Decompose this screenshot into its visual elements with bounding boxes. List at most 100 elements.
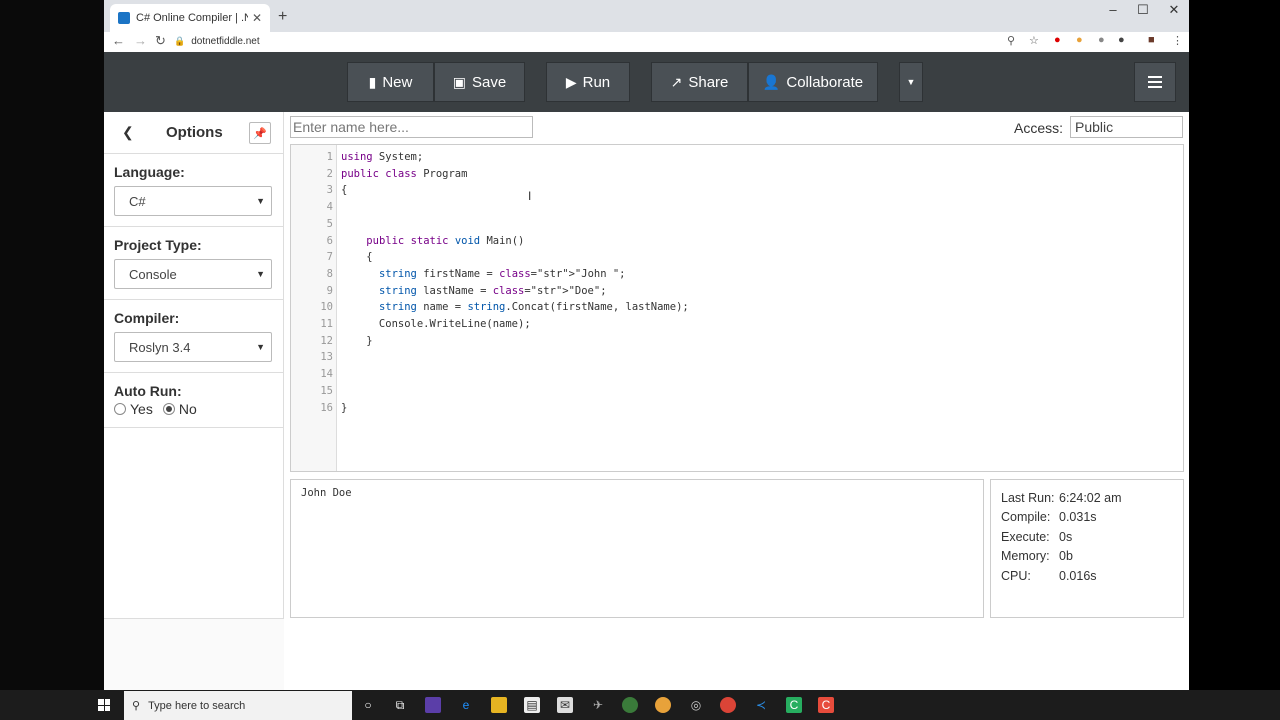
line-number: 5 (326, 217, 333, 230)
code-editor[interactable]: 1 using System; 2 public class Program 3 {4 5 6… (290, 144, 1184, 472)
hamburger-bar (1148, 76, 1162, 78)
new-tab-button[interactable]: + (278, 8, 287, 26)
stat-label: CPU: (1001, 568, 1031, 583)
line-number: 3 (326, 184, 333, 197)
pin-icon[interactable]: 📌 (249, 122, 271, 144)
new-button-label: New (382, 73, 413, 91)
lock-icon: 🔒 (174, 35, 186, 46)
code-line[interactable]: public static void Main() (341, 233, 524, 249)
user-icon: 👤 (762, 73, 781, 90)
opera-extension-icon[interactable]: ● (1054, 34, 1061, 46)
close-window-button[interactable]: ✕ (1159, 2, 1189, 18)
collaborate-button[interactable]: 👤 Collaborate (748, 62, 878, 102)
app-icon[interactable]: C (786, 697, 802, 713)
sidebar-footer (104, 618, 284, 690)
mail-icon[interactable]: ✉ (557, 697, 573, 713)
collapse-chevron-icon[interactable]: ❮ (122, 124, 134, 141)
taskbar-search[interactable]: ⚲ Type here to search (124, 691, 352, 720)
run-stats-panel: Last Run: 6:24:02 am Compile: 0.031s Exe… (990, 479, 1184, 618)
address-bar[interactable]: 🔒 dotnetfiddle.net (174, 32, 1034, 50)
chevron-down-icon: ▼ (256, 342, 265, 352)
compiler-section: Compiler: Roslyn 3.4 ▼ (104, 300, 283, 373)
chevron-down-icon: ▼ (256, 269, 265, 279)
code-line[interactable]: { (341, 182, 347, 198)
language-select[interactable]: C# ▼ (114, 186, 272, 216)
app-icon[interactable]: ◎ (688, 697, 704, 713)
task-view-icon[interactable]: ⧉ (392, 697, 408, 713)
code-line[interactable]: string firstName = class="str">"John "; (341, 266, 626, 282)
dropdown-toggle-button[interactable]: ▼ (899, 62, 923, 102)
chrome-icon[interactable] (720, 697, 736, 713)
windows-start-icon[interactable] (98, 699, 110, 711)
project-type-value: Console (129, 266, 177, 282)
dark-extension-icon[interactable]: ● (1118, 34, 1125, 46)
minimize-button[interactable]: – (1098, 2, 1128, 17)
code-line[interactable]: } (341, 333, 372, 349)
forward-arrow-icon[interactable]: → (134, 33, 147, 48)
edge-icon[interactable]: e (458, 697, 474, 713)
share-icon: ↗ (670, 73, 683, 90)
auto-run-no-radio[interactable]: No (162, 401, 197, 417)
maximize-button[interactable]: ☐ (1128, 2, 1158, 18)
app-icon[interactable]: ✈ (590, 697, 606, 713)
code-line[interactable]: { (341, 249, 372, 265)
compiler-value: Roslyn 3.4 (129, 339, 191, 355)
hamburger-menu-button[interactable] (1134, 62, 1176, 102)
reload-icon[interactable]: ↻ (155, 33, 166, 49)
tab-close-icon[interactable]: ✕ (252, 11, 262, 25)
access-label: Access: (1014, 120, 1064, 136)
code-line[interactable]: } (341, 400, 347, 416)
stat-memory: Memory: 0b (1001, 547, 1173, 567)
share-button[interactable]: ↗ Share (651, 62, 748, 102)
compiler-select[interactable]: Roslyn 3.4 ▼ (114, 332, 272, 362)
language-value: C# (129, 193, 146, 209)
line-number: 6 (326, 234, 333, 247)
stat-cpu: CPU: 0.016s (1001, 566, 1173, 586)
windows-taskbar: ⚲ Type here to search ○ ⧉ e ▤ ✉ ✈ ◎ ≺ C … (0, 690, 1280, 720)
fiddle-name-input[interactable]: Enter name here... (290, 116, 533, 138)
stat-label: Execute: (1001, 529, 1050, 544)
radio-button-selected[interactable] (162, 403, 175, 415)
file-explorer-icon[interactable] (491, 697, 507, 713)
browser-tab[interactable]: C# Online Compiler | .NET Fiddle ✕ (110, 4, 270, 32)
stat-label: Compile: (1001, 510, 1051, 525)
save-button[interactable]: ▣ Save (434, 62, 525, 102)
access-select[interactable]: Public (1070, 116, 1183, 138)
camera-extension-icon[interactable]: ● (1098, 34, 1105, 46)
app-icon[interactable]: C (818, 697, 834, 713)
extension-icon[interactable]: ● (1076, 34, 1083, 46)
run-button-label: Run (582, 73, 611, 91)
code-line[interactable]: string lastName = class="str">"Doe"; (341, 283, 607, 299)
text-cursor-icon: I (528, 189, 532, 203)
radio-button[interactable] (114, 403, 126, 415)
code-line[interactable]: string name = string.Concat(firstName, l… (341, 299, 689, 315)
profile-avatar-icon[interactable]: ■ (1148, 34, 1155, 46)
auto-run-yes-radio[interactable]: Yes (114, 401, 153, 417)
app-icon[interactable] (622, 697, 638, 713)
floppy-icon: ▣ (452, 73, 467, 90)
line-number: 13 (320, 351, 333, 364)
project-type-select[interactable]: Console ▼ (114, 259, 272, 289)
app-icon[interactable] (425, 697, 441, 713)
app-icon[interactable] (655, 697, 671, 713)
line-number: 10 (320, 301, 333, 314)
site-header: ▮ New ▣ Save ▶ Run ↗ Share 👤 Collaborate… (104, 52, 1189, 112)
run-button[interactable]: ▶ Run (546, 62, 630, 102)
line-number: 8 (326, 267, 333, 280)
hamburger-bar (1148, 81, 1162, 83)
bookmark-star-icon[interactable]: ☆ (1029, 34, 1039, 47)
stat-value: 0s (1059, 529, 1073, 544)
store-icon[interactable]: ▤ (524, 697, 540, 713)
kebab-menu-icon[interactable]: ⋮ (1172, 34, 1183, 47)
code-line[interactable]: public class Program (341, 166, 467, 182)
line-number: 14 (320, 368, 333, 381)
vscode-icon[interactable]: ≺ (753, 697, 769, 713)
code-line[interactable]: using System; (341, 149, 423, 165)
zoom-icon[interactable]: ⚲ (1007, 34, 1015, 47)
code-line[interactable]: Console.WriteLine(name); (341, 316, 531, 332)
new-button[interactable]: ▮ New (347, 62, 434, 102)
stat-value: 6:24:02 am (1059, 490, 1122, 505)
back-arrow-icon[interactable]: ← (112, 33, 125, 48)
cortana-icon[interactable]: ○ (360, 697, 376, 713)
project-type-label: Project Type: (114, 237, 202, 253)
